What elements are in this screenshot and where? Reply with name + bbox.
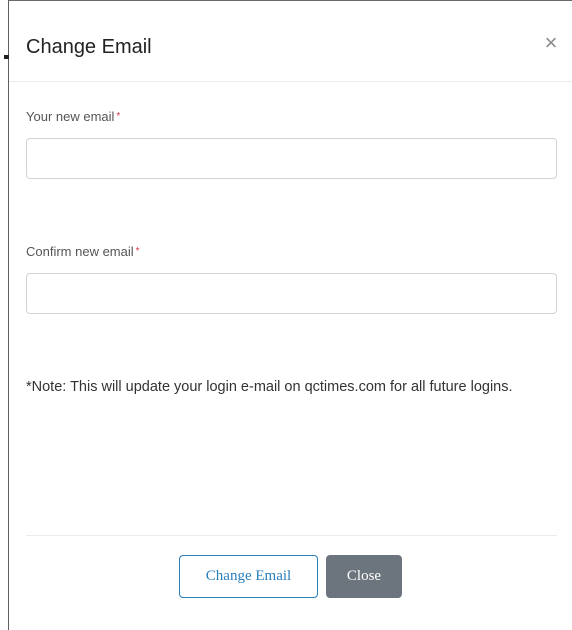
confirm-email-label-text: Confirm new email [26, 244, 134, 259]
page: Change Email × Your new email * Confirm n… [0, 0, 572, 630]
required-marker: * [116, 111, 121, 122]
footer-divider [26, 535, 557, 536]
dialog-header: Change Email × [9, 1, 572, 82]
dialog-title: Change Email [26, 36, 152, 58]
confirm-email-input[interactable] [26, 273, 557, 314]
close-icon[interactable]: × [540, 30, 562, 56]
login-update-note: *Note: This will update your login e-mai… [26, 379, 513, 395]
new-email-input[interactable] [26, 138, 557, 179]
confirm-email-label: Confirm new email * [26, 244, 140, 260]
change-email-button[interactable]: Change Email [179, 555, 318, 598]
close-button[interactable]: Close [326, 555, 402, 598]
change-email-dialog: Change Email × Your new email * Confirm n… [9, 1, 572, 630]
new-email-label: Your new email * [26, 109, 120, 125]
required-marker: * [135, 246, 140, 257]
new-email-label-text: Your new email [26, 109, 115, 124]
